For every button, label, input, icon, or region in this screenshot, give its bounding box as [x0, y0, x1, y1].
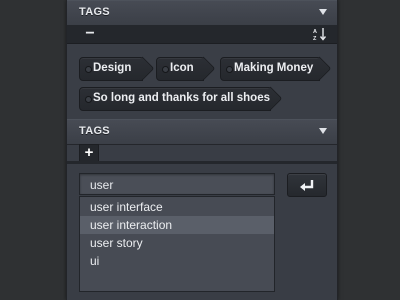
tag-design[interactable]: Design — [79, 57, 143, 81]
tag-label: Icon — [170, 62, 194, 74]
tags-panel: TAGS − A Z Design Icon Making Money So l… — [66, 0, 338, 300]
collapse-caret-icon[interactable] — [319, 9, 327, 15]
tag-search-input[interactable]: user — [79, 173, 275, 195]
tag-icon[interactable]: Icon — [156, 57, 204, 81]
tags-section-header[interactable]: TAGS — [67, 0, 337, 26]
tags-section-header-2[interactable]: TAGS — [67, 119, 337, 145]
collapse-caret-icon[interactable] — [319, 128, 327, 134]
tab-strip — [67, 161, 337, 164]
tag-label: Design — [93, 62, 132, 74]
svg-text:Z: Z — [313, 36, 317, 41]
tags-toolbar: − A Z — [67, 25, 337, 44]
enter-button[interactable] — [287, 173, 327, 197]
tag-making-money[interactable]: Making Money — [220, 57, 320, 81]
remove-tag-button[interactable]: − — [83, 25, 97, 43]
svg-text:A: A — [313, 29, 317, 35]
add-tag-button[interactable]: + — [79, 144, 99, 162]
tag-so-long[interactable]: So long and thanks for all shoes — [79, 87, 271, 111]
tag-hole-icon — [85, 66, 92, 73]
section-title: TAGS — [79, 6, 110, 18]
return-arrow-icon — [300, 180, 314, 191]
tag-hole-icon — [226, 66, 233, 73]
tag-hole-icon — [85, 96, 92, 103]
suggestion-item[interactable]: user interaction — [80, 216, 274, 234]
sort-az-icon[interactable]: A Z — [313, 27, 327, 41]
suggestion-item[interactable]: user interface — [80, 198, 274, 216]
tags-area: Design Icon Making Money So long and tha… — [67, 44, 337, 120]
tag-hole-icon — [162, 66, 169, 73]
suggestion-item[interactable]: ui — [80, 252, 274, 270]
section-title: TAGS — [79, 125, 110, 137]
tag-label: So long and thanks for all shoes — [93, 92, 270, 104]
suggestion-item[interactable]: user story — [80, 234, 274, 252]
suggestions-dropdown: user interface user interaction user sto… — [79, 196, 275, 292]
tag-label: Making Money — [234, 62, 314, 74]
